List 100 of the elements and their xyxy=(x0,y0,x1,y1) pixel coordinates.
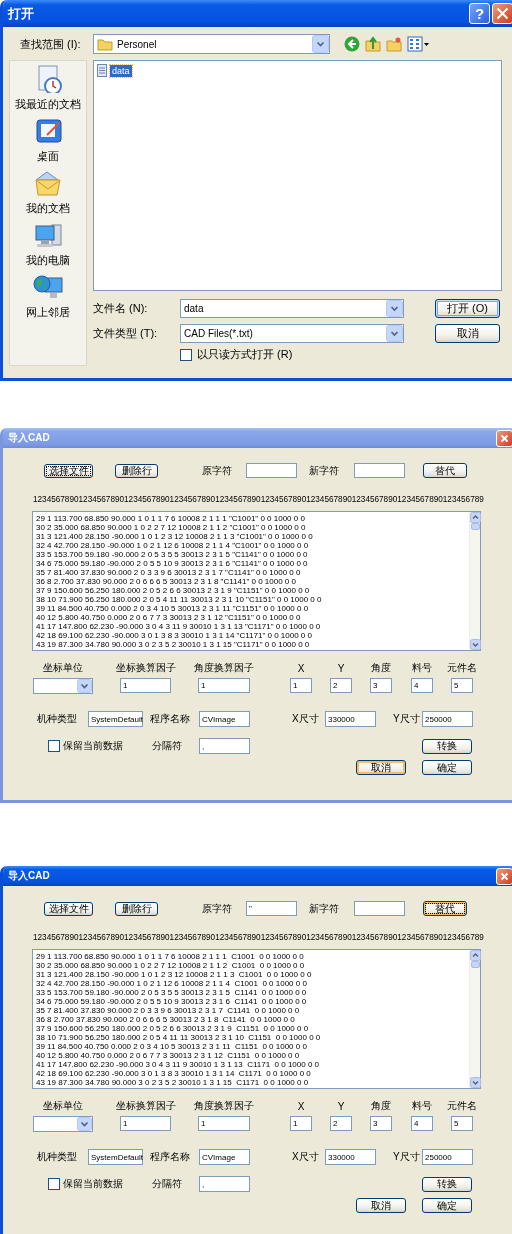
dropdown-button[interactable] xyxy=(386,325,403,342)
close-icon xyxy=(500,871,509,881)
field-label: 查找范围 (I): xyxy=(20,36,82,52)
text-field[interactable]: 3 xyxy=(370,678,392,693)
help-button[interactable]: ? xyxy=(469,3,490,24)
scroll-thumb[interactable] xyxy=(470,961,480,968)
text-line: 31 3 121.400 28.150 -90.000 1 0 1 2 3 12 10008 2 1 1 3 "C1001" 0 0 1000 0 0 xyxy=(36,532,314,541)
text-field[interactable]: 1 xyxy=(198,678,250,693)
column-label: 角度换算因子 xyxy=(194,1100,254,1112)
text-field[interactable] xyxy=(354,901,405,916)
dialog-button[interactable]: 取消 xyxy=(435,324,500,343)
close-button[interactable] xyxy=(496,429,512,447)
document-icon xyxy=(97,64,107,77)
scroll-up-button[interactable] xyxy=(470,512,481,523)
dialog-button[interactable]: 取消 xyxy=(356,1198,406,1213)
back-icon[interactable] xyxy=(344,36,360,52)
dialog-button[interactable]: 确定 xyxy=(422,760,472,775)
checkbox-label: 保留当前数据 xyxy=(63,1177,123,1191)
text-field[interactable]: 250000 xyxy=(422,1149,473,1165)
checkbox[interactable] xyxy=(48,1178,60,1190)
dialog-button[interactable]: 打开 (O) xyxy=(435,299,500,318)
dropdown-button[interactable] xyxy=(77,679,92,693)
text-field[interactable]: SystemDefault xyxy=(88,1149,143,1165)
dialog-button[interactable]: 取消 xyxy=(356,760,406,775)
text-field[interactable]: , xyxy=(199,1176,250,1192)
text-field[interactable]: 1 xyxy=(120,1116,171,1131)
checkbox[interactable] xyxy=(180,348,192,361)
dropdown-button[interactable] xyxy=(386,300,403,317)
text-field[interactable]: 330000 xyxy=(325,1149,376,1165)
text-line: 42 18 69.100 62.230 -90.000 3 0 1 3 8 3 30010 1 3 1 14 "C1171" 0 0 1000 0 0 xyxy=(36,631,313,640)
convert-button[interactable]: 转换 xyxy=(422,1176,472,1192)
text-area[interactable] xyxy=(32,949,481,1089)
new-folder-icon[interactable] xyxy=(386,36,402,52)
text-field[interactable] xyxy=(246,463,297,478)
text-field[interactable] xyxy=(354,463,405,478)
toolbar-button[interactable]: 删除行 xyxy=(115,901,158,916)
look-in-dropdown[interactable]: Personel xyxy=(93,34,330,54)
text-line: 36 8 2.700 37.830 90.000 2 0 6 6 6 5 30013 2 3 1 8 C1141 0 0 1000 0 0 xyxy=(36,1015,296,1024)
text-field[interactable]: 2 xyxy=(330,1116,352,1131)
field-label: X尺寸 xyxy=(292,1150,320,1164)
text-field[interactable]: 5 xyxy=(451,1116,473,1131)
dialog-button[interactable]: 确定 xyxy=(422,1198,472,1213)
column-label: 坐标单位 xyxy=(43,662,83,674)
column-label: 坐标换算因子 xyxy=(115,662,176,674)
dropdown-button[interactable] xyxy=(312,35,329,53)
places-item[interactable]: 桌面 xyxy=(10,117,86,169)
text-field[interactable]: 3 xyxy=(370,1116,392,1131)
text-field[interactable]: 1 xyxy=(290,678,312,693)
text-field[interactable]: 1 xyxy=(198,1116,250,1131)
scroll-down-button[interactable] xyxy=(470,1077,481,1088)
field-label: 文件类型 (T): xyxy=(93,326,159,341)
text-field[interactable]: 1 xyxy=(290,1116,312,1131)
scroll-up-button[interactable] xyxy=(470,950,481,961)
text-field[interactable]: SystemDefault xyxy=(88,711,143,727)
text-field[interactable]: 330000 xyxy=(325,711,376,727)
replace-button[interactable]: 替代 xyxy=(423,463,467,478)
checkbox-label: 保留当前数据 xyxy=(63,739,123,753)
dropdown[interactable]: data xyxy=(180,299,404,318)
text-field[interactable]: CVImage xyxy=(199,711,250,727)
dropdown-button[interactable] xyxy=(77,1117,92,1131)
toolbar-button[interactable]: 删除行 xyxy=(115,463,158,478)
places-item[interactable]: 我的文档 xyxy=(10,169,86,221)
column-label: Y xyxy=(337,662,345,674)
scroll-thumb[interactable] xyxy=(470,523,480,530)
dropdown[interactable] xyxy=(33,1116,93,1132)
dropdown[interactable]: CAD Files(*.txt) xyxy=(180,324,404,343)
places-item[interactable]: 网上邻居 xyxy=(10,273,86,325)
text-field[interactable]: CVImage xyxy=(199,1149,250,1165)
column-label: 元件名 xyxy=(447,1100,477,1112)
view-menu-icon[interactable] xyxy=(407,36,429,52)
up-folder-icon[interactable] xyxy=(365,36,381,52)
text-field[interactable]: 5 xyxy=(451,678,473,693)
replace-button[interactable]: 替代 xyxy=(423,901,467,916)
text-line: 32 4 42.700 28.150 -90.000 1 0 2 1 12 6 10008 2 1 1 4 "C1001" 0 0 1000 0 0 xyxy=(36,541,310,550)
text-field[interactable]: 250000 xyxy=(422,711,473,727)
close-button[interactable] xyxy=(492,3,512,24)
scroll-down-button[interactable] xyxy=(470,639,481,650)
text-field[interactable]: 4 xyxy=(411,678,433,693)
toolbar-button[interactable]: 选择文件 xyxy=(44,901,93,916)
text-line: 40 12 5.800 40.750 0.000 2 0 6 7 7 3 30013 2 3 1 12 "C1151" 0 0 1000 0 0 xyxy=(36,613,302,622)
checkbox[interactable] xyxy=(48,740,60,752)
text-field[interactable]: " xyxy=(246,901,297,916)
text-area[interactable] xyxy=(32,511,481,651)
column-label: Y xyxy=(337,1100,345,1112)
places-item[interactable]: 我最近的文档 xyxy=(10,65,86,117)
convert-button[interactable]: 转换 xyxy=(422,738,472,754)
text-line: 37 9 150.600 56.250 180.000 2 0 5 2 6 6 30013 2 3 1 9 C1151 0 0 1000 0 0 xyxy=(36,1024,310,1033)
text-line: 35 7 81.400 37.830 90.000 2 0 3 3 9 6 30013 2 3 1 7 "C1141" 0 0 1000 0 0 xyxy=(36,568,302,577)
column-ruler: 123456789012345678901234567890123456789012345678901234567890123456789012345678901234567890123456789 xyxy=(33,931,485,943)
text-line: 43 19 87.300 34.780 90.000 3 0 2 3 5 2 30010 1 3 1 15 "C1171" 0 0 1000 0 0 xyxy=(36,640,311,649)
text-field[interactable]: , xyxy=(199,738,250,754)
text-field[interactable]: 2 xyxy=(330,678,352,693)
places-item[interactable]: 我的电脑 xyxy=(10,221,86,273)
toolbar-button[interactable]: 选择文件 xyxy=(44,463,93,478)
dropdown[interactable] xyxy=(33,678,93,694)
field-label: 程序名称 xyxy=(150,1150,191,1164)
text-field[interactable]: 4 xyxy=(411,1116,433,1131)
close-button[interactable] xyxy=(496,867,512,885)
text-field[interactable]: 1 xyxy=(120,678,171,693)
column-label: 角度换算因子 xyxy=(194,662,254,674)
